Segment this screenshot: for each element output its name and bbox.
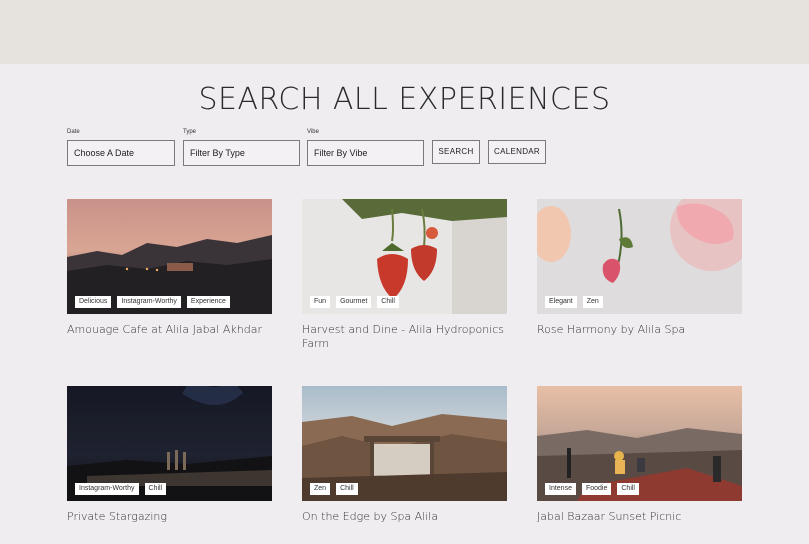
experience-image: Fun Gourmet Chill — [302, 199, 507, 314]
page-title: SEARCH ALL EXPERIENCES — [198, 82, 611, 117]
search-button[interactable]: SEARCH — [432, 140, 480, 164]
date-select[interactable]: Choose A Date — [67, 140, 175, 166]
tag[interactable]: Instagram-Worthy — [75, 483, 139, 495]
tag[interactable]: Chill — [144, 483, 167, 495]
tag-list: Fun Gourmet Chill — [310, 296, 399, 308]
experience-title[interactable]: Harvest and Dine - Alila Hydroponics Far… — [302, 323, 507, 351]
tag[interactable]: Intense — [545, 483, 576, 495]
date-filter-label: Date — [67, 129, 80, 135]
tag[interactable]: Zen — [310, 483, 331, 495]
tag[interactable]: Gourmet — [336, 296, 372, 308]
experience-image: Elegant Zen — [537, 199, 742, 314]
experience-image: Zen Chill — [302, 386, 507, 501]
experience-title[interactable]: On the Edge by Spa Alila — [302, 510, 507, 524]
tag-list: Zen Chill — [310, 483, 358, 495]
vibe-filter: Vibe Filter By Vibe — [307, 128, 424, 166]
header-bar — [0, 0, 809, 64]
tag-list: Elegant Zen — [545, 296, 603, 308]
type-select[interactable]: Filter By Type — [183, 140, 300, 166]
experience-title[interactable]: Rose Harmony by Alila Spa — [537, 323, 742, 337]
experience-card[interactable]: Fun Gourmet Chill Harvest and Dine - Ali… — [302, 199, 507, 351]
tag-list: Delicious Instagram-Worthy Experience — [75, 296, 230, 308]
type-filter: Type Filter By Type — [183, 128, 300, 166]
experience-card[interactable]: Delicious Instagram-Worthy Experience Am… — [67, 199, 272, 337]
tag[interactable]: Fun — [310, 296, 331, 308]
tag-list: Intense Foodie Chill — [545, 483, 639, 495]
experience-card[interactable]: Instagram-Worthy Chill Private Stargazin… — [67, 386, 272, 524]
tag[interactable]: Delicious — [75, 296, 112, 308]
tag[interactable]: Zen — [582, 296, 603, 308]
tag[interactable]: Instagram-Worthy — [117, 296, 181, 308]
calendar-button[interactable]: CALENDAR — [488, 140, 546, 164]
tag[interactable]: Chill — [617, 483, 639, 495]
tag[interactable]: Elegant — [545, 296, 577, 308]
tag[interactable]: Chill — [377, 296, 399, 308]
experience-image: Intense Foodie Chill — [537, 386, 742, 501]
tag[interactable]: Foodie — [581, 483, 612, 495]
experience-card[interactable]: Elegant Zen Rose Harmony by Alila Spa — [537, 199, 742, 337]
type-filter-label: Type — [183, 129, 197, 135]
tag-list: Instagram-Worthy Chill — [75, 483, 167, 495]
experience-card[interactable]: Intense Foodie Chill Jabal Bazaar Sunset… — [537, 386, 742, 524]
experience-card[interactable]: Zen Chill On the Edge by Spa Alila — [302, 386, 507, 524]
tag[interactable]: Experience — [186, 296, 230, 308]
experience-title[interactable]: Jabal Bazaar Sunset Picnic — [537, 510, 742, 524]
vibe-filter-label: Vibe — [307, 129, 319, 135]
experience-image: Instagram-Worthy Chill — [67, 386, 272, 501]
vibe-select[interactable]: Filter By Vibe — [307, 140, 424, 166]
experience-image: Delicious Instagram-Worthy Experience — [67, 199, 272, 314]
tag[interactable]: Chill — [336, 483, 358, 495]
date-filter: Date Choose A Date — [67, 128, 175, 166]
experience-title[interactable]: Amouage Cafe at Alila Jabal Akhdar — [67, 323, 272, 337]
experience-title[interactable]: Private Stargazing — [67, 510, 272, 524]
